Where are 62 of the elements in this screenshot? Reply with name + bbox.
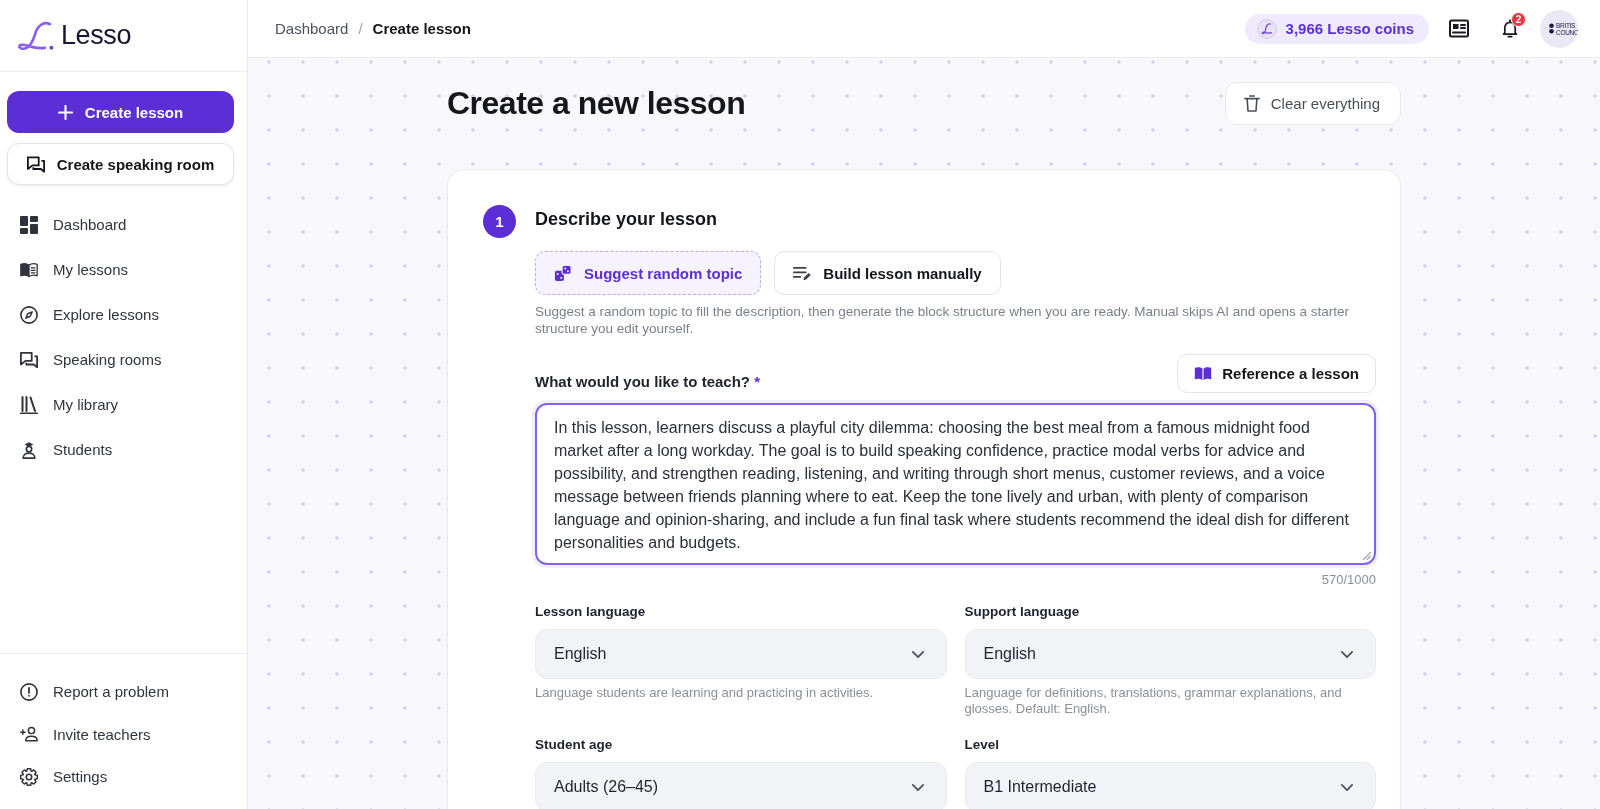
dice-icon [554, 264, 572, 282]
step-number: 1 [483, 205, 516, 238]
sidebar-nav-item[interactable]: Explore lessons [8, 292, 239, 337]
chat-bubbles-icon [20, 350, 38, 369]
sidebar-nav-item[interactable]: Students [8, 427, 239, 472]
breadcrumb-separator: / [358, 20, 363, 37]
dropdown-select[interactable]: B1 Intermediate [964, 762, 1376, 809]
alert-circle-icon [20, 682, 38, 701]
open-book-icon [20, 260, 38, 279]
create-lesson-button[interactable]: Create lesson [7, 91, 234, 133]
description-textarea[interactable]: In this lesson, learners discuss a playful city dilemma: choosing the best meal from a famous midnight food market after a long workday. The goal is to build speaking confidence, practice modal verbs for advice and possibility, and strengthen reading, listening, and writing through short menus, customer reviews, and a voice message between friends planning where to eat. Keep the tone lively and urban, with plenty of comparison language and opinion-sharing, and include a fun final task where students recommend the ideal dish for different personalities and budgets. [535, 403, 1376, 565]
build-manually-button[interactable]: Build lesson manually [774, 251, 1001, 295]
books-icon [20, 395, 38, 414]
coin-icon [1256, 18, 1277, 39]
sidebar-footer-item[interactable]: Report a problem [8, 670, 239, 713]
dropdown-select[interactable]: English [964, 629, 1376, 679]
chat-bubbles-icon [26, 155, 45, 173]
notification-count-badge: 2 [1511, 11, 1526, 27]
sidebar-nav-item[interactable]: Speaking rooms [8, 337, 239, 382]
plus-icon [57, 104, 73, 120]
suggest-topic-button[interactable]: Suggest random topic [535, 251, 762, 295]
chevron-down-icon [1341, 783, 1353, 791]
logo-icon [17, 20, 55, 51]
field-label: Support language [964, 603, 1081, 621]
chevron-down-icon [911, 650, 924, 658]
article-icon[interactable] [1449, 19, 1469, 38]
create-speaking-room-button[interactable]: Create speaking room [7, 143, 234, 185]
sidebar-footer-item[interactable]: Settings [8, 755, 239, 798]
field-label: Student age [535, 736, 614, 754]
add-user-icon [20, 725, 38, 744]
list-pencil-icon [793, 264, 812, 282]
settings-icon [20, 767, 38, 786]
logo-dots-icon [1549, 23, 1554, 34]
character-counter: 570/1000 [1320, 572, 1376, 588]
sidebar-footer-item[interactable]: Invite teachers [8, 713, 239, 756]
coins-balance-pill[interactable]: 3,966 Lesso coins [1244, 13, 1429, 44]
field-label: What would you like to teach? * [535, 372, 761, 392]
breadcrumb-current-page: Create lesson [372, 20, 471, 37]
dashboard-icon [20, 215, 38, 234]
sidebar-nav-item[interactable]: My lessons [8, 247, 239, 292]
field-label: Lesson language [535, 603, 647, 621]
clear-everything-button[interactable]: Clear everything [1224, 82, 1401, 125]
open-book-icon [1194, 365, 1213, 382]
page-title: Create a new lesson [447, 85, 746, 122]
sidebar-nav-item[interactable]: My library [8, 382, 239, 427]
breadcrumb-link[interactable]: Dashboard [275, 20, 349, 37]
logo-wordmark[interactable]: Lesso [61, 20, 132, 51]
sidebar-nav-item[interactable]: Dashboard [8, 202, 239, 247]
reference-lesson-button[interactable]: Reference a lesson [1177, 354, 1376, 393]
resize-handle-icon[interactable] [1363, 552, 1371, 560]
helper-text: Suggest a random topic to fill the description, then generate the block structure when you are ready. Manual skips AI and opens a starter structure you edit yourself. [535, 304, 1350, 337]
trash-icon [1243, 95, 1260, 112]
field-hint: Language for definitions, translations, grammar explanations, and glosses. Default: English. [964, 685, 1343, 717]
step-heading: Describe your lesson [535, 208, 719, 231]
compass-icon [20, 305, 38, 324]
field-label: Level [964, 736, 1001, 754]
field-hint: Language students are learning and practicing in activities. [535, 685, 875, 701]
chevron-down-icon [1341, 650, 1353, 658]
chevron-down-icon [911, 783, 924, 791]
dropdown-select[interactable]: Adults (26–45) [535, 762, 947, 809]
student-icon [20, 440, 38, 459]
dropdown-select[interactable]: English [535, 629, 947, 679]
